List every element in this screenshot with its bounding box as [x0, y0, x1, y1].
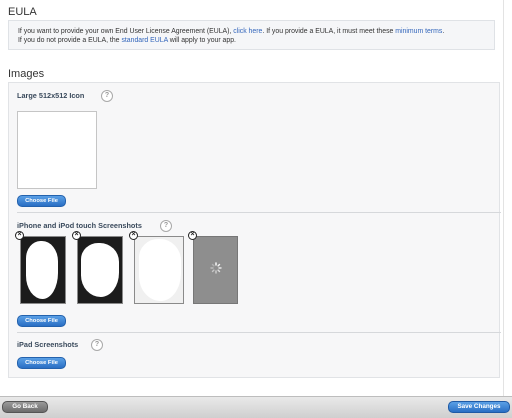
eula-text: If you want to provide your own End User…	[18, 28, 234, 35]
eula-heading: EULA	[8, 6, 37, 18]
screenshot-thumbnail-2[interactable]	[77, 236, 123, 304]
delete-screenshot-icon[interactable]: ×	[129, 231, 138, 240]
eula-line-1: If you want to provide your own End User…	[18, 27, 485, 36]
large-icon-label: Large 512x512 Icon	[17, 91, 85, 100]
ipad-screenshots-label: iPad Screenshots	[17, 340, 79, 349]
eula-text: .	[442, 28, 445, 35]
delete-screenshot-icon[interactable]: ×	[15, 231, 24, 240]
choose-file-button-large-icon[interactable]: Choose File	[17, 195, 66, 207]
screenshot-thumbnail-1[interactable]	[20, 236, 66, 304]
eula-info-box: If you want to provide your own End User…	[8, 20, 495, 50]
go-back-button[interactable]: Go Back	[2, 401, 48, 413]
eula-text: will apply to your app.	[167, 37, 236, 45]
section-divider	[17, 212, 501, 213]
images-heading: Images	[8, 68, 45, 80]
delete-screenshot-icon[interactable]: ×	[188, 231, 197, 240]
minimum-terms-link[interactable]: minimum terms	[395, 28, 442, 35]
screenshot-image	[26, 241, 58, 299]
eula-line-2: If you do not provide a EULA, the standa…	[18, 36, 485, 45]
page-edge	[503, 0, 504, 396]
delete-screenshot-icon[interactable]: ×	[72, 231, 81, 240]
icon-image	[21, 115, 93, 185]
help-icon[interactable]: ?	[160, 220, 172, 232]
help-icon[interactable]: ?	[101, 90, 113, 102]
eula-text: . If you provide a EULA, it must meet th…	[262, 28, 396, 35]
loading-spinner-icon	[210, 262, 222, 274]
choose-file-button-iphone[interactable]: Choose File	[17, 315, 66, 327]
screenshot-thumbnail-3[interactable]	[134, 236, 184, 304]
section-divider	[17, 332, 501, 333]
click-here-link[interactable]: click here	[233, 28, 262, 35]
standard-eula-link[interactable]: standard EULA	[121, 37, 167, 44]
screenshot-image	[81, 243, 119, 297]
choose-file-button-ipad[interactable]: Choose File	[17, 357, 66, 369]
large-icon-preview	[17, 111, 97, 189]
screenshot-image	[139, 239, 181, 301]
iphone-screenshots-label: iPhone and iPod touch Screenshots	[17, 221, 142, 230]
screenshot-thumbnail-uploading	[193, 236, 238, 304]
eula-text: If you do not provide a EULA, the	[18, 37, 122, 45]
help-icon[interactable]: ?	[91, 339, 103, 351]
save-changes-button[interactable]: Save Changes	[448, 401, 510, 413]
footer-bar	[0, 396, 512, 418]
